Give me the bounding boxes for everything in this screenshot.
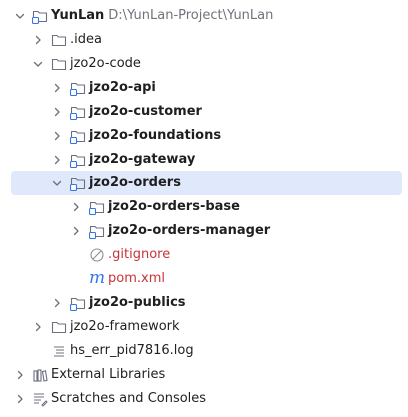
folder-icon <box>51 56 67 72</box>
tree-item-label: jzo2o-customer <box>89 104 202 119</box>
chevron-right-icon[interactable] <box>51 154 63 166</box>
folder-icon <box>51 32 67 48</box>
tree-item-jzo2o-orders[interactable]: jzo2o-orders <box>11 171 402 195</box>
libraries-icon <box>32 367 48 383</box>
tree-item-jzo2o-orders-base[interactable]: jzo2o-orders-base <box>0 195 408 219</box>
chevron-right-icon[interactable] <box>51 82 63 94</box>
tree-item-label: jzo2o-orders-manager <box>108 223 271 238</box>
tree-item-jzo2o-customer[interactable]: jzo2o-customer <box>0 100 408 124</box>
chevron-right-icon[interactable] <box>51 106 63 118</box>
tree-item-label: jzo2o-gateway <box>89 152 196 167</box>
log-file-icon <box>51 343 67 359</box>
tree-item-jzo2o-foundations[interactable]: jzo2o-foundations <box>0 124 408 148</box>
tree-item-label: YunLan <box>51 8 105 23</box>
chevron-right-icon[interactable] <box>51 297 63 309</box>
tree-item-log-file[interactable]: hs_err_pid7816.log <box>0 339 408 363</box>
module-folder-icon <box>89 199 105 215</box>
tree-item-label: External Libraries <box>51 367 166 382</box>
tree-item-jzo2o-code[interactable]: jzo2o-code <box>0 52 408 76</box>
tree-item-label: jzo2o-orders-base <box>108 199 240 214</box>
tree-item-label: jzo2o-code <box>70 56 141 71</box>
chevron-right-icon[interactable] <box>70 201 82 213</box>
tree-item-label: .idea <box>70 32 102 47</box>
module-folder-icon <box>70 80 86 96</box>
folder-icon <box>51 319 67 335</box>
tree-item-gitignore[interactable]: .gitignore <box>0 243 408 267</box>
tree-item-label: pom.xml <box>108 271 165 286</box>
tree-item-external-libraries[interactable]: External Libraries <box>0 363 408 387</box>
project-tree: YunLan D:\YunLan-Project\YunLan .idea jzo… <box>0 0 408 417</box>
tree-item-label: Scratches and Consoles <box>51 391 207 406</box>
module-folder-icon <box>70 175 86 191</box>
module-folder-icon <box>89 223 105 239</box>
chevron-right-icon[interactable] <box>32 321 44 333</box>
chevron-right-icon[interactable] <box>70 225 82 237</box>
module-folder-icon <box>70 104 86 120</box>
tree-item-jzo2o-api[interactable]: jzo2o-api <box>0 76 408 100</box>
chevron-down-icon[interactable] <box>51 177 63 189</box>
tree-item-scratches-and-consoles[interactable]: Scratches and Consoles <box>0 387 408 411</box>
project-path: D:\YunLan-Project\YunLan <box>108 8 274 23</box>
chevron-right-icon[interactable] <box>14 393 26 405</box>
tree-item-jzo2o-publics[interactable]: jzo2o-publics <box>0 291 408 315</box>
tree-item-jzo2o-orders-manager[interactable]: jzo2o-orders-manager <box>0 219 408 243</box>
tree-item-label: jzo2o-framework <box>70 319 180 334</box>
ignored-file-icon <box>89 247 105 263</box>
chevron-right-icon[interactable] <box>14 369 26 381</box>
maven-icon: m <box>89 268 106 288</box>
scratches-icon <box>32 391 48 407</box>
tree-item-pom-xml[interactable]: m pom.xml <box>0 267 408 291</box>
tree-item-label: jzo2o-foundations <box>89 128 222 143</box>
tree-item-jzo2o-gateway[interactable]: jzo2o-gateway <box>0 148 408 172</box>
tree-item-label: hs_err_pid7816.log <box>70 343 194 358</box>
module-folder-icon <box>70 128 86 144</box>
tree-item-idea[interactable]: .idea <box>0 28 408 52</box>
chevron-down-icon[interactable] <box>14 10 26 22</box>
module-folder-icon <box>32 8 48 24</box>
tree-item-jzo2o-framework[interactable]: jzo2o-framework <box>0 315 408 339</box>
tree-item-label: jzo2o-publics <box>89 295 186 310</box>
module-folder-icon <box>70 295 86 311</box>
chevron-right-icon[interactable] <box>32 34 44 46</box>
chevron-right-icon[interactable] <box>51 130 63 142</box>
tree-item-label: .gitignore <box>108 247 171 262</box>
tree-item-yunlan[interactable]: YunLan D:\YunLan-Project\YunLan <box>0 4 408 28</box>
chevron-down-icon[interactable] <box>32 58 44 70</box>
module-folder-icon <box>70 152 86 168</box>
tree-item-label: jzo2o-orders <box>89 175 181 190</box>
tree-item-label: jzo2o-api <box>89 80 156 95</box>
